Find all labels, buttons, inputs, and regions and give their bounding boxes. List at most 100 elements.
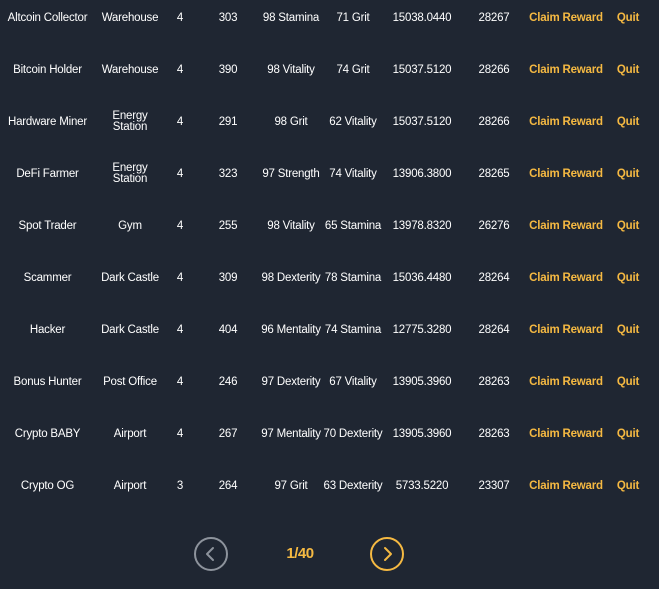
table-row: DeFi Farmer Energy Station 4 323 97 Strength… <box>0 156 659 208</box>
character-name: Crypto OG <box>20 479 75 492</box>
reward-value: 13905.3960 <box>392 375 452 388</box>
primary-stat: 97 Dexterity <box>261 375 321 388</box>
table-row: Spot Trader Gym 4 255 98 Vitality 65 Stamina 1… <box>0 208 659 260</box>
app-root: Altcoin Collector Warehouse 4 303 98 Stamina… <box>0 0 659 589</box>
character-name: Bitcoin Holder <box>13 63 82 76</box>
claim-reward-button[interactable]: Claim Reward <box>526 52 606 88</box>
token-id: 28264 <box>478 323 510 336</box>
quit-button[interactable]: Quit <box>612 364 644 400</box>
location: Dark Castle <box>101 323 159 336</box>
location: Warehouse <box>101 11 159 24</box>
character-name: Spot Trader <box>18 219 77 232</box>
character-name: Hacker <box>29 323 66 336</box>
secondary-stat: 63 Dexterity <box>323 479 383 492</box>
table-body: Altcoin Collector Warehouse 4 303 98 Stamina… <box>0 0 659 520</box>
token-id: 23307 <box>478 479 510 492</box>
claim-reward-button[interactable]: Claim Reward <box>526 312 606 348</box>
location: Airport <box>113 479 147 492</box>
table-row: Crypto OG Airport 3 264 97 Grit 63 Dexterity 5… <box>0 468 659 520</box>
token-id: 28267 <box>478 11 510 24</box>
level: 4 <box>176 375 184 388</box>
character-name: Crypto BABY <box>14 427 81 440</box>
power: 404 <box>218 323 238 336</box>
reward-value: 15037.5120 <box>392 115 452 128</box>
character-name: Altcoin Collector <box>7 11 88 24</box>
location: Post Office <box>103 375 157 388</box>
level: 4 <box>176 115 184 128</box>
secondary-stat: 67 Vitality <box>329 375 377 388</box>
secondary-stat: 74 Vitality <box>329 167 377 180</box>
quit-button[interactable]: Quit <box>612 156 644 192</box>
primary-stat: 97 Grit <box>274 479 308 492</box>
reward-value: 5733.5220 <box>395 479 449 492</box>
claim-reward-button[interactable]: Claim Reward <box>526 156 606 192</box>
primary-stat: 97 Strength <box>262 167 320 180</box>
quit-button[interactable]: Quit <box>612 260 644 296</box>
location: Airport <box>113 427 147 440</box>
location: Gym <box>118 219 142 232</box>
reward-value: 13906.3800 <box>392 167 452 180</box>
quit-button[interactable]: Quit <box>612 468 644 504</box>
results-table: Altcoin Collector Warehouse 4 303 98 Stamina… <box>0 0 659 520</box>
power: 323 <box>218 167 238 180</box>
chevron-left-icon <box>206 547 214 561</box>
table-row: Crypto BABY Airport 4 267 97 Mentality 70 Dex… <box>0 416 659 468</box>
claim-reward-button[interactable]: Claim Reward <box>526 104 606 140</box>
reward-value: 15036.4480 <box>392 271 452 284</box>
power: 246 <box>218 375 238 388</box>
claim-reward-button[interactable]: Claim Reward <box>526 260 606 296</box>
table-row: Bonus Hunter Post Office 4 246 97 Dexterity 6… <box>0 364 659 416</box>
secondary-stat: 74 Grit <box>336 63 370 76</box>
reward-value: 12775.3280 <box>392 323 452 336</box>
token-id: 28263 <box>478 427 510 440</box>
quit-button[interactable]: Quit <box>612 416 644 452</box>
claim-reward-button[interactable]: Claim Reward <box>526 0 606 36</box>
secondary-stat: 71 Grit <box>336 11 370 24</box>
quit-button[interactable]: Quit <box>612 312 644 348</box>
token-id: 28265 <box>478 167 510 180</box>
claim-reward-button[interactable]: Claim Reward <box>526 208 606 244</box>
level: 4 <box>176 167 184 180</box>
secondary-stat: 74 Stamina <box>324 323 382 336</box>
location: Dark Castle <box>101 271 159 284</box>
primary-stat: 98 Vitality <box>267 219 315 232</box>
reward-value: 13978.8320 <box>392 219 452 232</box>
page-indicator: 1/40 <box>286 545 314 562</box>
primary-stat: 98 Dexterity <box>261 271 321 284</box>
claim-reward-button[interactable]: Claim Reward <box>526 364 606 400</box>
primary-stat: 97 Mentality <box>261 427 321 440</box>
secondary-stat: 62 Vitality <box>329 115 377 128</box>
reward-value: 13905.3960 <box>392 427 452 440</box>
secondary-stat: 70 Dexterity <box>323 427 383 440</box>
character-name: Hardware Miner <box>7 115 87 128</box>
power: 390 <box>218 63 238 76</box>
power: 267 <box>218 427 238 440</box>
primary-stat: 98 Grit <box>274 115 308 128</box>
token-id: 26276 <box>478 219 510 232</box>
table-row: Altcoin Collector Warehouse 4 303 98 Stamina… <box>0 0 659 52</box>
quit-button[interactable]: Quit <box>612 0 644 36</box>
secondary-stat: 65 Stamina <box>324 219 382 232</box>
claim-reward-button[interactable]: Claim Reward <box>526 468 606 504</box>
next-page-button[interactable] <box>370 537 404 571</box>
token-id: 28266 <box>478 115 510 128</box>
character-name: DeFi Farmer <box>16 167 79 180</box>
level: 4 <box>176 219 184 232</box>
token-id: 28266 <box>478 63 510 76</box>
level: 4 <box>176 427 184 440</box>
quit-button[interactable]: Quit <box>612 208 644 244</box>
primary-stat: 98 Vitality <box>267 63 315 76</box>
token-id: 28263 <box>478 375 510 388</box>
level: 4 <box>176 63 184 76</box>
power: 291 <box>218 115 238 128</box>
level: 4 <box>176 323 184 336</box>
reward-value: 15037.5120 <box>392 63 452 76</box>
quit-button[interactable]: Quit <box>612 52 644 88</box>
claim-reward-button[interactable]: Claim Reward <box>526 416 606 452</box>
reward-value: 15038.0440 <box>392 11 452 24</box>
table-row: Hacker Dark Castle 4 404 96 Mentality 74 Stam… <box>0 312 659 364</box>
power: 303 <box>218 11 238 24</box>
quit-button[interactable]: Quit <box>612 104 644 140</box>
power: 309 <box>218 271 238 284</box>
prev-page-button[interactable] <box>194 537 228 571</box>
